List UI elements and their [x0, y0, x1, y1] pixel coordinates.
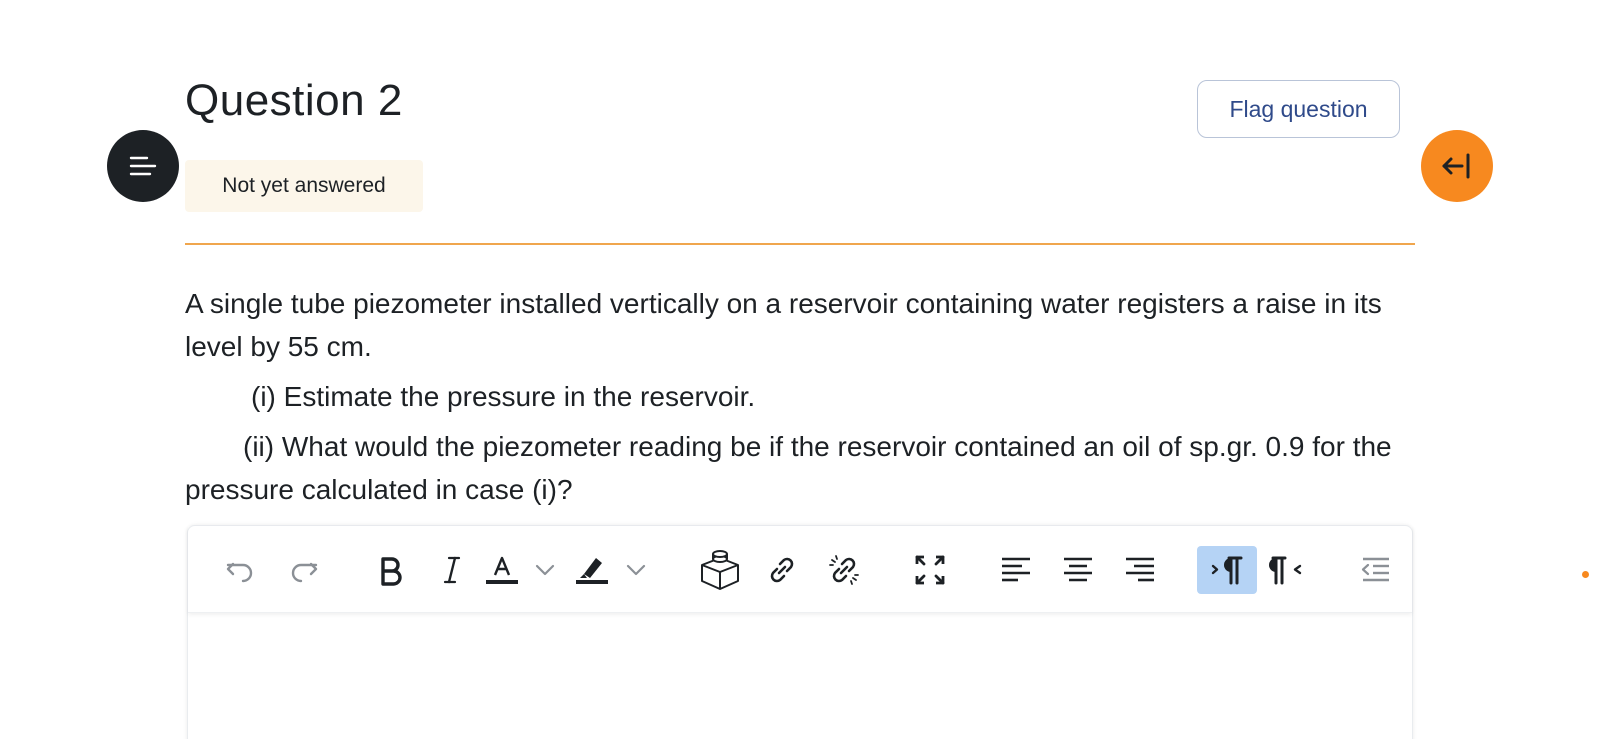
bold-icon: [381, 557, 402, 586]
scroll-indicator-dot: [1582, 571, 1589, 578]
question-part-ii: (ii) What would the piezometer reading b…: [185, 431, 1392, 505]
bold-button[interactable]: [366, 546, 414, 594]
redo-button[interactable]: [280, 546, 328, 594]
outdent-button[interactable]: [1351, 546, 1399, 594]
align-left-icon: [1002, 557, 1030, 582]
align-right-icon: [1126, 557, 1154, 582]
text-color-button[interactable]: [478, 546, 526, 594]
answer-editor: [187, 525, 1413, 739]
align-right-button[interactable]: [1116, 546, 1164, 594]
undo-button[interactable]: [216, 546, 264, 594]
highlight-button[interactable]: [568, 546, 616, 594]
align-center-button[interactable]: [1054, 546, 1102, 594]
editor-toolbar: [188, 526, 1412, 613]
block-icon: [701, 550, 739, 590]
redo-icon: [291, 562, 318, 583]
italic-icon: [443, 556, 461, 584]
open-block-drawer-button[interactable]: [1421, 130, 1493, 202]
question-text: A single tube piezometer installed verti…: [185, 282, 1415, 518]
outdent-icon: [1361, 557, 1389, 582]
rtl-icon: [1269, 556, 1302, 585]
text-color-dropdown[interactable]: [532, 546, 558, 594]
question-intro: A single tube piezometer installed verti…: [185, 288, 1382, 362]
fullscreen-icon: [915, 555, 945, 585]
text-color-icon: [486, 556, 518, 584]
align-center-icon: [1064, 557, 1092, 582]
italic-button[interactable]: [428, 546, 476, 594]
menu-lines-icon: [129, 156, 157, 176]
answer-text-area[interactable]: [188, 614, 1412, 739]
question-title: Question 2: [185, 76, 403, 125]
link-icon: [770, 557, 794, 583]
insert-block-button[interactable]: [696, 546, 744, 594]
flag-question-button[interactable]: Flag question: [1197, 80, 1400, 138]
unlink-icon: [829, 555, 859, 585]
ltr-direction-button[interactable]: [1197, 546, 1257, 594]
question-part-i: (i) Estimate the pressure in the reservo…: [251, 381, 756, 412]
header-divider: [185, 243, 1415, 245]
open-course-index-button[interactable]: [107, 130, 179, 202]
highlight-dropdown[interactable]: [623, 546, 649, 594]
undo-icon: [226, 562, 253, 583]
chevron-down-icon: [626, 564, 646, 576]
status-badge: Not yet answered: [185, 160, 423, 212]
rtl-direction-button[interactable]: [1262, 546, 1310, 594]
ltr-icon: [1211, 556, 1243, 585]
arrow-left-to-bar-icon: [1442, 153, 1470, 179]
chevron-down-icon: [535, 564, 555, 576]
quiz-page: Question 2 Flag question Not yet answere…: [0, 0, 1600, 739]
fullscreen-button[interactable]: [906, 546, 954, 594]
insert-link-button[interactable]: [758, 546, 806, 594]
unlink-button[interactable]: [820, 546, 868, 594]
align-left-button[interactable]: [992, 546, 1040, 594]
highlight-icon: [576, 558, 608, 584]
